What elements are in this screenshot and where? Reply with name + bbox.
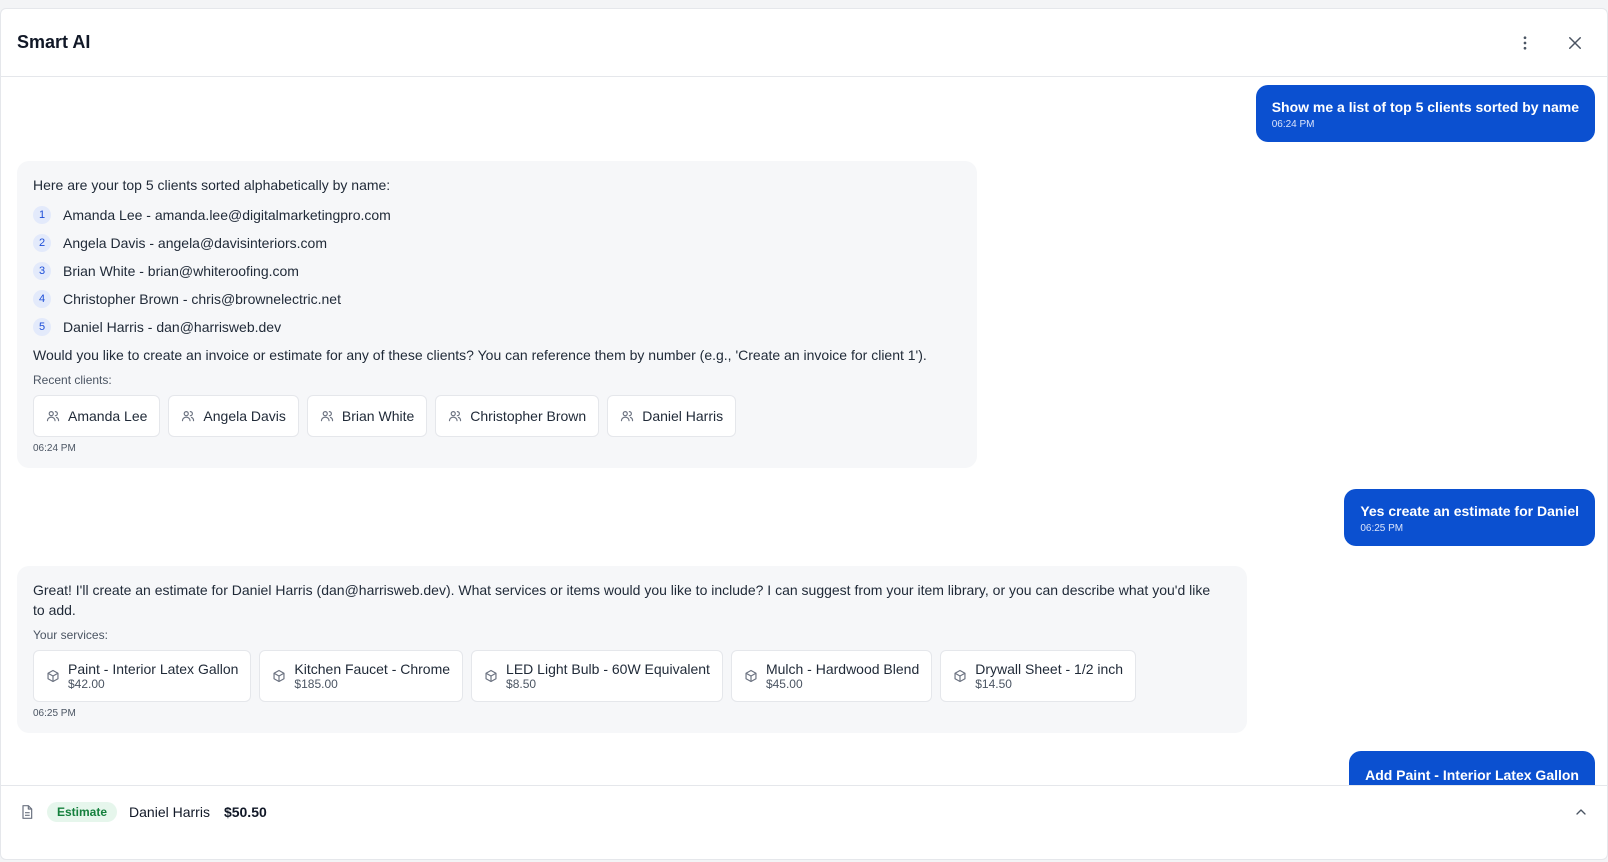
estimate-amount: $50.50 — [223, 803, 267, 820]
service-items: Paint - Interior Latex Gallon $42.00 Kit… — [33, 650, 1231, 702]
service-price: $45.00 — [765, 677, 803, 691]
chips-label: Recent clients: — [33, 373, 112, 387]
list-number: 1 — [33, 206, 51, 224]
users-icon — [181, 409, 195, 423]
chip-label: Amanda Lee — [68, 408, 148, 424]
list-item-text: Amanda Lee - amanda.lee@digitalmarketing… — [63, 207, 391, 223]
list-item: 3 Brian White - brian@whiteroofing.com — [33, 257, 961, 285]
service-chip[interactable]: Drywall Sheet - 1/2 inch $14.50 — [940, 650, 1137, 702]
user-message: Show me a list of top 5 clients sorted b… — [1255, 85, 1595, 142]
close-button[interactable] — [1559, 27, 1591, 59]
service-chip[interactable]: LED Light Bulb - 60W Equivalent $8.50 — [471, 650, 723, 702]
chip-label: Angela Davis — [203, 408, 286, 424]
estimate-summary-bar[interactable]: Estimate Daniel Harris $50.50 — [1, 785, 1607, 837]
chips-label: Your services: — [33, 628, 108, 642]
client-chip[interactable]: Angela Davis — [168, 395, 299, 437]
message-followup: Would you like to create an invoice or e… — [33, 347, 927, 363]
assistant-message: Great! I'll create an estimate for Danie… — [17, 566, 1247, 733]
client-chip[interactable]: Brian White — [306, 395, 428, 437]
chip-label: Brian White — [341, 408, 415, 424]
recent-clients: Amanda Lee Angela Davis Brian White Chri… — [33, 395, 961, 437]
service-name: Mulch - Hardwood Blend — [765, 661, 920, 677]
service-price: $8.50 — [506, 677, 537, 691]
message-time: 06:25 PM — [1360, 523, 1404, 534]
panel-header: Smart AI — [1, 9, 1607, 77]
more-vertical-icon — [1523, 35, 1527, 50]
list-number: 5 — [33, 318, 51, 336]
client-chip[interactable]: Daniel Harris — [607, 395, 737, 437]
message-text: Great! I'll create an estimate for Danie… — [33, 582, 1211, 618]
chevron-up-icon[interactable] — [1573, 804, 1589, 820]
list-number: 4 — [33, 290, 51, 308]
client-chip[interactable]: Christopher Brown — [435, 395, 600, 437]
estimate-client: Daniel Harris — [129, 803, 210, 820]
package-icon — [46, 669, 60, 683]
service-name: Kitchen Faucet - Chrome — [294, 661, 451, 677]
message-text: Yes create an estimate for Daniel — [1360, 503, 1579, 519]
users-icon — [448, 409, 462, 423]
chip-label: Christopher Brown — [470, 408, 587, 424]
service-price: $185.00 — [294, 677, 338, 691]
list-item: 2 Angela Davis - angela@davisinteriors.c… — [33, 229, 961, 257]
client-list: 1 Amanda Lee - amanda.lee@digitalmarketi… — [33, 201, 961, 341]
message-time: 06:24 PM — [33, 443, 76, 454]
service-name: LED Light Bulb - 60W Equivalent — [506, 661, 710, 677]
more-options-button[interactable] — [1509, 27, 1541, 59]
chip-label: Daniel Harris — [642, 408, 724, 424]
panel-title: Smart AI — [17, 32, 91, 52]
service-price: $42.00 — [68, 677, 105, 691]
list-number: 2 — [33, 234, 51, 252]
list-item-text: Angela Davis - angela@davisinteriors.com — [63, 235, 327, 251]
document-icon — [19, 804, 35, 820]
users-icon — [46, 409, 60, 423]
list-item-text: Brian White - brian@whiteroofing.com — [63, 263, 299, 279]
status-badge: Estimate — [47, 801, 118, 822]
smart-ai-panel: Smart AI Show me a list of top 5 clients… — [0, 8, 1608, 860]
users-icon — [620, 409, 634, 423]
message-text: Add Paint - Interior Latex Gallon — [1365, 767, 1579, 783]
package-icon — [272, 669, 286, 683]
service-chip[interactable]: Kitchen Faucet - Chrome $185.00 — [259, 650, 464, 702]
assistant-message: Here are your top 5 clients sorted alpha… — [17, 161, 977, 468]
user-message: Yes create an estimate for Daniel 06:25 … — [1344, 489, 1595, 546]
close-icon — [1569, 36, 1581, 49]
service-name: Drywall Sheet - 1/2 inch — [975, 661, 1124, 677]
list-item: 1 Amanda Lee - amanda.lee@digitalmarketi… — [33, 201, 961, 229]
message-text: Show me a list of top 5 clients sorted b… — [1271, 99, 1579, 115]
message-text: Here are your top 5 clients sorted alpha… — [33, 177, 391, 193]
list-item-text: Daniel Harris - dan@harrisweb.dev — [63, 319, 282, 335]
package-icon — [953, 669, 967, 683]
user-message: Add Paint - Interior Latex Gallon — [1349, 751, 1595, 785]
service-name: Paint - Interior Latex Gallon — [68, 661, 239, 677]
service-chip[interactable]: Mulch - Hardwood Blend $45.00 — [730, 650, 933, 702]
chat-messages[interactable]: Show me a list of top 5 clients sorted b… — [1, 77, 1607, 785]
service-price: $14.50 — [975, 677, 1012, 691]
list-item: 4 Christopher Brown - chris@brownelectri… — [33, 285, 961, 313]
message-time: 06:25 PM — [33, 708, 76, 719]
list-item-text: Christopher Brown - chris@brownelectric.… — [63, 291, 341, 307]
list-item: 5 Daniel Harris - dan@harrisweb.dev — [33, 313, 961, 341]
package-icon — [484, 669, 498, 683]
client-chip[interactable]: Amanda Lee — [33, 395, 161, 437]
service-chip[interactable]: Paint - Interior Latex Gallon $42.00 — [33, 650, 252, 702]
message-time: 06:24 PM — [1271, 119, 1315, 130]
package-icon — [744, 669, 758, 683]
users-icon — [320, 409, 334, 423]
list-number: 3 — [33, 262, 51, 280]
